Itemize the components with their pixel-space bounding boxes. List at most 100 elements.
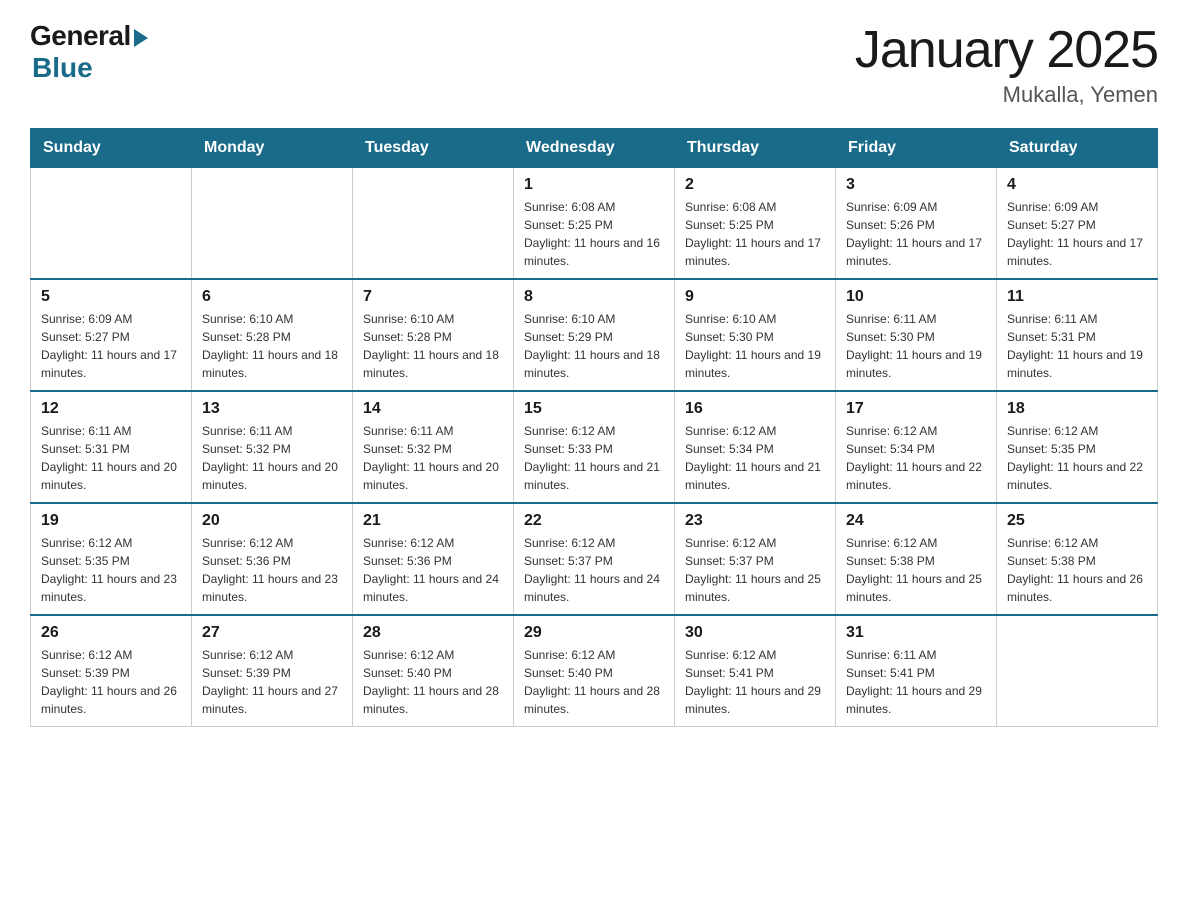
day-number: 29: [524, 624, 664, 642]
table-row: 27 Sunrise: 6:12 AM Sunset: 5:39 PM Dayli…: [192, 615, 353, 727]
table-row: 5Sunrise: 6:09 AM Sunset: 5:27 PM Daylig…: [31, 279, 192, 391]
day-number: 11: [1007, 288, 1147, 306]
calendar-week-row: 5Sunrise: 6:09 AM Sunset: 5:27 PM Daylig…: [31, 279, 1158, 391]
day-info: Sunrise: 6:12 AM Sunset: 5:37 PM Dayligh…: [524, 534, 664, 606]
day-number: 4: [1007, 176, 1147, 194]
table-row: 23 Sunrise: 6:12 AM Sunset: 5:37 PM Dayli…: [675, 503, 836, 615]
logo-arrow-icon: [134, 29, 148, 47]
table-row: 8 Sunrise: 6:10 AM Sunset: 5:29 PM Daylig…: [514, 279, 675, 391]
day-number: 7: [363, 288, 503, 306]
day-number: 1: [524, 176, 664, 194]
day-info: Sunrise: 6:12 AM Sunset: 5:34 PM Dayligh…: [846, 422, 986, 494]
day-number: 31: [846, 624, 986, 642]
day-info: Sunrise: 6:11 AM Sunset: 5:31 PM Dayligh…: [1007, 310, 1147, 382]
day-info: Sunrise: 6:09 AM Sunset: 5:27 PM Dayligh…: [1007, 198, 1147, 270]
table-row: 17 Sunrise: 6:12 AM Sunset: 5:34 PM Dayli…: [836, 391, 997, 503]
day-info: Sunrise: 6:12 AM Sunset: 5:36 PM Dayligh…: [202, 534, 342, 606]
day-info: Sunrise: 6:10 AM Sunset: 5:30 PM Dayligh…: [685, 310, 825, 382]
day-info: Sunrise: 6:12 AM Sunset: 5:40 PM Dayligh…: [524, 646, 664, 718]
day-info: Sunrise: 6:08 AM Sunset: 5:25 PM Dayligh…: [524, 198, 664, 270]
calendar-header-row: Sunday Monday Tuesday Wednesday Thursday…: [31, 129, 1158, 168]
table-row: 11 Sunrise: 6:11 AM Sunset: 5:31 PM Dayli…: [997, 279, 1158, 391]
day-info: Sunrise: 6:12 AM Sunset: 5:34 PM Dayligh…: [685, 422, 825, 494]
day-info: Sunrise: 6:08 AM Sunset: 5:25 PM Dayligh…: [685, 198, 825, 270]
logo-general-text: General: [30, 20, 131, 52]
day-info: Sunrise: 6:11 AM Sunset: 5:30 PM Dayligh…: [846, 310, 986, 382]
table-row: [997, 615, 1158, 727]
day-info: Sunrise: 6:12 AM Sunset: 5:39 PM Dayligh…: [202, 646, 342, 718]
day-info: Sunrise: 6:12 AM Sunset: 5:39 PM Dayligh…: [41, 646, 181, 718]
header-tuesday: Tuesday: [353, 129, 514, 168]
day-number: 26: [41, 624, 181, 642]
header-thursday: Thursday: [675, 129, 836, 168]
table-row: 18Sunrise: 6:12 AM Sunset: 5:35 PM Dayli…: [997, 391, 1158, 503]
day-number: 24: [846, 512, 986, 530]
table-row: 31 Sunrise: 6:11 AM Sunset: 5:41 PM Dayli…: [836, 615, 997, 727]
table-row: 21Sunrise: 6:12 AM Sunset: 5:36 PM Dayli…: [353, 503, 514, 615]
day-number: 13: [202, 400, 342, 418]
calendar-table: Sunday Monday Tuesday Wednesday Thursday…: [30, 128, 1158, 727]
day-number: 3: [846, 176, 986, 194]
day-info: Sunrise: 6:10 AM Sunset: 5:29 PM Dayligh…: [524, 310, 664, 382]
day-info: Sunrise: 6:12 AM Sunset: 5:33 PM Dayligh…: [524, 422, 664, 494]
table-row: 14 Sunrise: 6:11 AM Sunset: 5:32 PM Dayli…: [353, 391, 514, 503]
table-row: 3 Sunrise: 6:09 AM Sunset: 5:26 PM Daylig…: [836, 168, 997, 280]
table-row: 20Sunrise: 6:12 AM Sunset: 5:36 PM Dayli…: [192, 503, 353, 615]
calendar-week-row: 1 Sunrise: 6:08 AM Sunset: 5:25 PM Daylig…: [31, 168, 1158, 280]
day-info: Sunrise: 6:11 AM Sunset: 5:41 PM Dayligh…: [846, 646, 986, 718]
table-row: 26 Sunrise: 6:12 AM Sunset: 5:39 PM Dayli…: [31, 615, 192, 727]
day-number: 30: [685, 624, 825, 642]
logo: General Blue: [30, 20, 148, 84]
day-number: 10: [846, 288, 986, 306]
day-number: 23: [685, 512, 825, 530]
table-row: [31, 168, 192, 280]
table-row: 1 Sunrise: 6:08 AM Sunset: 5:25 PM Daylig…: [514, 168, 675, 280]
day-number: 22: [524, 512, 664, 530]
day-number: 2: [685, 176, 825, 194]
calendar-week-row: 12 Sunrise: 6:11 AM Sunset: 5:31 PM Dayli…: [31, 391, 1158, 503]
table-row: 25Sunrise: 6:12 AM Sunset: 5:38 PM Dayli…: [997, 503, 1158, 615]
table-row: [192, 168, 353, 280]
table-row: 9 Sunrise: 6:10 AM Sunset: 5:30 PM Daylig…: [675, 279, 836, 391]
day-info: Sunrise: 6:12 AM Sunset: 5:41 PM Dayligh…: [685, 646, 825, 718]
day-number: 18: [1007, 400, 1147, 418]
table-row: 12 Sunrise: 6:11 AM Sunset: 5:31 PM Dayli…: [31, 391, 192, 503]
day-number: 6: [202, 288, 342, 306]
table-row: 4 Sunrise: 6:09 AM Sunset: 5:27 PM Daylig…: [997, 168, 1158, 280]
day-info: Sunrise: 6:09 AM Sunset: 5:26 PM Dayligh…: [846, 198, 986, 270]
table-row: 30 Sunrise: 6:12 AM Sunset: 5:41 PM Dayli…: [675, 615, 836, 727]
title-block: January 2025 Mukalla, Yemen: [855, 20, 1158, 108]
table-row: 24 Sunrise: 6:12 AM Sunset: 5:38 PM Dayli…: [836, 503, 997, 615]
table-row: 10 Sunrise: 6:11 AM Sunset: 5:30 PM Dayli…: [836, 279, 997, 391]
day-number: 9: [685, 288, 825, 306]
header-saturday: Saturday: [997, 129, 1158, 168]
calendar-title: January 2025: [855, 20, 1158, 80]
day-info: Sunrise: 6:12 AM Sunset: 5:38 PM Dayligh…: [846, 534, 986, 606]
day-number: 16: [685, 400, 825, 418]
calendar-week-row: 26 Sunrise: 6:12 AM Sunset: 5:39 PM Dayli…: [31, 615, 1158, 727]
day-info: Sunrise: 6:11 AM Sunset: 5:31 PM Dayligh…: [41, 422, 181, 494]
logo-blue-text: Blue: [32, 52, 93, 84]
table-row: 13Sunrise: 6:11 AM Sunset: 5:32 PM Dayli…: [192, 391, 353, 503]
day-info: Sunrise: 6:10 AM Sunset: 5:28 PM Dayligh…: [202, 310, 342, 382]
table-row: 6 Sunrise: 6:10 AM Sunset: 5:28 PM Daylig…: [192, 279, 353, 391]
day-number: 27: [202, 624, 342, 642]
day-info: Sunrise: 6:11 AM Sunset: 5:32 PM Dayligh…: [363, 422, 503, 494]
day-number: 25: [1007, 512, 1147, 530]
table-row: 28Sunrise: 6:12 AM Sunset: 5:40 PM Dayli…: [353, 615, 514, 727]
day-number: 14: [363, 400, 503, 418]
day-info: Sunrise: 6:12 AM Sunset: 5:35 PM Dayligh…: [41, 534, 181, 606]
day-number: 28: [363, 624, 503, 642]
header-sunday: Sunday: [31, 129, 192, 168]
day-number: 12: [41, 400, 181, 418]
day-number: 17: [846, 400, 986, 418]
table-row: 19Sunrise: 6:12 AM Sunset: 5:35 PM Dayli…: [31, 503, 192, 615]
table-row: 2 Sunrise: 6:08 AM Sunset: 5:25 PM Daylig…: [675, 168, 836, 280]
day-number: 15: [524, 400, 664, 418]
day-number: 8: [524, 288, 664, 306]
table-row: 22 Sunrise: 6:12 AM Sunset: 5:37 PM Dayli…: [514, 503, 675, 615]
day-number: 21: [363, 512, 503, 530]
day-info: Sunrise: 6:12 AM Sunset: 5:37 PM Dayligh…: [685, 534, 825, 606]
header-monday: Monday: [192, 129, 353, 168]
day-number: 5: [41, 288, 181, 306]
